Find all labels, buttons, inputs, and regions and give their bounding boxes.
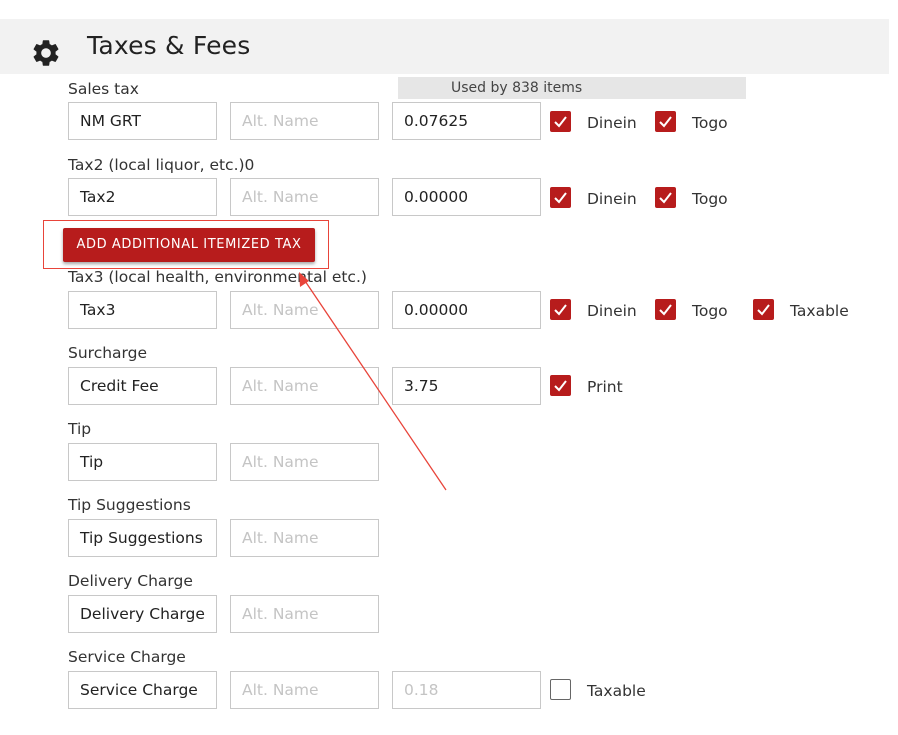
tax3-taxable-checkbox[interactable] [753,299,774,320]
tax2-dinein-checkbox[interactable] [550,187,571,208]
delivery-charge-label: Delivery Charge [68,572,193,590]
service-charge-taxable-checkbox[interactable] [550,679,571,700]
tax3-dinein-label: Dinein [587,302,637,320]
delivery-charge-name-input[interactable]: Delivery Charge [68,595,217,633]
checkmark-icon [659,192,672,204]
service-charge-label: Service Charge [68,648,186,666]
tax3-dinein-checkbox[interactable] [550,299,571,320]
checkmark-icon [554,192,567,204]
surcharge-label: Surcharge [68,344,148,362]
tax3-alt-name-input[interactable]: Alt. Name [230,291,379,329]
sales-tax-dinein-label: Dinein [587,114,637,132]
sales-tax-togo-checkbox[interactable] [655,111,676,132]
checkmark-icon [659,116,672,128]
sales-tax-togo-label: Togo [692,114,728,132]
service-charge-name-input[interactable]: Service Charge [68,671,217,709]
service-charge-taxable-label: Taxable [587,682,646,700]
surcharge-print-label: Print [587,378,623,396]
tax3-name-input[interactable]: Tax3 [68,291,217,329]
gear-icon [33,40,59,66]
tax2-rate-input[interactable]: 0.00000 [392,178,541,216]
service-charge-amount-input[interactable]: 0.18 [392,671,541,709]
delivery-charge-alt-name-input[interactable]: Alt. Name [230,595,379,633]
tip-alt-name-input[interactable]: Alt. Name [230,443,379,481]
surcharge-alt-name-input[interactable]: Alt. Name [230,367,379,405]
checkmark-icon [659,304,672,316]
tip-suggestions-label: Tip Suggestions [68,496,191,514]
tax3-label: Tax3 (local health, environmental etc.) [68,268,367,286]
surcharge-name-input[interactable]: Credit Fee [68,367,217,405]
tax3-rate-input[interactable]: 0.00000 [392,291,541,329]
tax2-togo-checkbox[interactable] [655,187,676,208]
surcharge-print-checkbox[interactable] [550,375,571,396]
page-title: Taxes & Fees [87,31,251,60]
tip-suggestions-name-input[interactable]: Tip Suggestions [68,519,217,557]
checkmark-icon [554,116,567,128]
tax3-togo-label: Togo [692,302,728,320]
service-charge-alt-name-input[interactable]: Alt. Name [230,671,379,709]
highlight-box [43,220,329,269]
surcharge-amount-input[interactable]: 3.75 [392,367,541,405]
checkmark-icon [757,304,770,316]
tax2-togo-label: Togo [692,190,728,208]
sales-tax-name-input[interactable]: NM GRT [68,102,217,140]
sales-tax-label: Sales tax [68,80,139,98]
sales-tax-rate-input[interactable]: 0.07625 [392,102,541,140]
tax3-taxable-label: Taxable [790,302,849,320]
checkmark-icon [554,304,567,316]
tax2-label: Tax2 (local liquor, etc.)0 [68,156,255,174]
tax2-name-input[interactable]: Tax2 [68,178,217,216]
sales-tax-alt-name-input[interactable]: Alt. Name [230,102,379,140]
tax2-alt-name-input[interactable]: Alt. Name [230,178,379,216]
tax2-dinein-label: Dinein [587,190,637,208]
tip-label: Tip [68,420,92,438]
used-by-badge: Used by 838 items [398,77,746,99]
tip-suggestions-alt-name-input[interactable]: Alt. Name [230,519,379,557]
tip-name-input[interactable]: Tip [68,443,217,481]
checkmark-icon [554,380,567,392]
tax3-togo-checkbox[interactable] [655,299,676,320]
sales-tax-dinein-checkbox[interactable] [550,111,571,132]
